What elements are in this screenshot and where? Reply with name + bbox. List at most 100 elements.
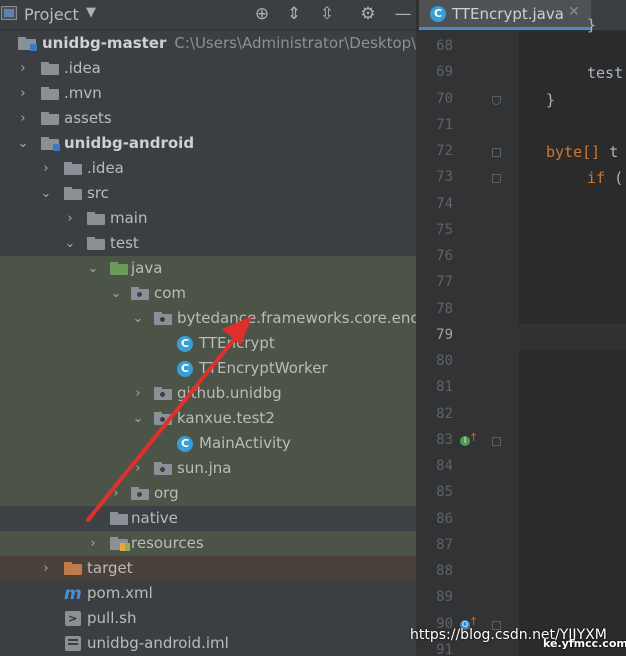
tree-row[interactable]: C TTEncryptWorker <box>0 356 416 381</box>
tree-row[interactable]: m pom.xml <box>0 581 416 606</box>
folder-icon <box>64 162 82 175</box>
tree-row[interactable]: › github.unidbg <box>0 381 416 406</box>
tree-row[interactable]: › target <box>0 556 416 581</box>
code-editor: C TTEncrypt.java ✕ 68 69 70 71 72 73 74 … <box>419 0 626 656</box>
gear-icon[interactable]: ⚙ <box>357 3 379 25</box>
tree-label: github.unidbg <box>177 384 282 402</box>
chevron-right-icon[interactable]: › <box>39 156 53 181</box>
tree-row-unidbg-android[interactable]: ⌄ unidbg-android <box>0 131 416 156</box>
locate-file-icon[interactable]: ⊕ <box>251 3 273 25</box>
line-number: 70 <box>436 91 453 107</box>
folder-icon <box>87 237 105 250</box>
line-number: 73 <box>436 169 453 185</box>
project-panel: Project ▼ ⊕ ⇕ ⇳ ⚙ — ⌄ unidbg-masterC:\Us… <box>0 0 416 656</box>
line-number: 78 <box>436 301 453 317</box>
tree-label: MainActivity <box>199 434 291 452</box>
tree-label: native <box>131 509 178 527</box>
tree-row[interactable]: ⌄ com <box>0 281 416 306</box>
java-class-icon: C <box>177 361 193 377</box>
chevron-right-icon[interactable]: › <box>63 206 77 231</box>
minimize-icon[interactable]: — <box>392 3 414 25</box>
tree-label: resources <box>131 534 204 552</box>
module-folder-icon <box>41 137 60 151</box>
tree-label: TTEncrypt <box>199 334 275 352</box>
tree-label: unidbg-master C:\Users\Administrator\Desk… <box>42 34 416 52</box>
fold-start-icon[interactable] <box>492 437 501 446</box>
tree-label: unidbg-android <box>64 134 195 152</box>
tree-row[interactable]: › assets <box>0 106 416 131</box>
tree-label: assets <box>64 109 112 127</box>
chevron-right-icon[interactable]: › <box>16 81 30 106</box>
panel-title[interactable]: Project <box>24 5 79 24</box>
fold-start-icon[interactable] <box>492 174 501 183</box>
code-area[interactable]: } test } byte[] t if ( <box>519 16 626 656</box>
tree-row[interactable]: › resources <box>0 531 416 556</box>
line-number: 86 <box>436 511 453 527</box>
chevron-right-icon[interactable]: › <box>131 381 145 406</box>
package-icon <box>131 287 149 300</box>
tree-row[interactable]: ⌄ test <box>0 231 416 256</box>
code-line: byte[] t <box>546 143 619 161</box>
tree-label: org <box>154 484 179 502</box>
java-class-icon: C <box>177 436 193 452</box>
tab-ttencrypt-java[interactable]: C TTEncrypt.java ✕ <box>419 0 591 30</box>
fold-start-icon[interactable] <box>492 148 501 157</box>
line-number: 77 <box>436 274 453 290</box>
tree-row-unidbg-master[interactable]: ⌄ unidbg-masterC:\Users\Administrator\De… <box>0 31 416 56</box>
folder-icon <box>41 87 59 100</box>
tree-row[interactable]: ⌄ java <box>0 256 416 281</box>
chevron-down-icon[interactable]: ⌄ <box>63 231 77 256</box>
watermark: ke.yfmcc.com <box>543 637 626 650</box>
chevron-right-icon[interactable]: › <box>131 456 145 481</box>
maven-icon: m <box>64 584 82 604</box>
tree-row[interactable]: C MainActivity <box>0 431 416 456</box>
folder-icon <box>41 62 59 75</box>
tree-row[interactable]: › sun.jna <box>0 456 416 481</box>
line-number: 80 <box>436 353 453 369</box>
chevron-down-icon[interactable]: ⌄ <box>39 181 53 206</box>
chevron-right-icon[interactable]: › <box>109 481 123 506</box>
view-dropdown-icon[interactable]: ▼ <box>86 5 96 20</box>
line-number: 82 <box>436 406 453 422</box>
chevron-down-icon[interactable]: ⌄ <box>86 256 100 281</box>
tree-row[interactable]: pull.sh <box>0 606 416 631</box>
tree-row[interactable]: ⌄ bytedance.frameworks.core.encry <box>0 306 416 331</box>
package-icon <box>131 487 149 500</box>
tree-row[interactable]: › main <box>0 206 416 231</box>
tree-row[interactable]: native <box>0 506 416 531</box>
chevron-down-icon[interactable]: ⌄ <box>131 406 145 431</box>
tree-row[interactable]: ⌄ src <box>0 181 416 206</box>
tree-row[interactable]: › .mvn <box>0 81 416 106</box>
code-text: test <box>587 64 624 82</box>
tree-label: sun.jna <box>177 459 232 477</box>
tree-row[interactable]: › .idea <box>0 56 416 81</box>
line-number: 85 <box>436 484 453 500</box>
tree-label: unidbg-android.iml <box>87 634 229 652</box>
close-icon[interactable]: ✕ <box>568 4 580 20</box>
tree-row[interactable]: C TTEncrypt <box>0 331 416 356</box>
folder-icon <box>87 212 105 225</box>
line-number: 91 <box>436 642 453 656</box>
fold-end-icon[interactable] <box>492 96 501 105</box>
collapse-all-icon[interactable]: ⇳ <box>316 3 338 25</box>
tree-label: kanxue.test2 <box>177 409 275 427</box>
chevron-down-icon[interactable]: ⌄ <box>16 131 30 156</box>
tree-label: .idea <box>87 159 124 177</box>
chevron-down-icon[interactable]: ⌄ <box>109 281 123 306</box>
tree-row[interactable]: ⌄ kanxue.test2 <box>0 406 416 431</box>
line-number: 72 <box>436 143 453 159</box>
tree-label: pom.xml <box>87 584 153 602</box>
chevron-right-icon[interactable]: › <box>16 56 30 81</box>
line-number: 87 <box>436 537 453 553</box>
tree-label: com <box>154 284 187 302</box>
tree-row[interactable]: unidbg-android.iml <box>0 631 416 656</box>
package-icon <box>154 312 172 325</box>
folder-icon <box>41 112 59 125</box>
expand-all-icon[interactable]: ⇕ <box>283 3 305 25</box>
chevron-right-icon[interactable]: › <box>39 556 53 581</box>
tree-row[interactable]: › org <box>0 481 416 506</box>
chevron-right-icon[interactable]: › <box>16 106 30 131</box>
chevron-right-icon[interactable]: › <box>86 531 100 556</box>
chevron-down-icon[interactable]: ⌄ <box>131 306 145 331</box>
tree-row[interactable]: › .idea <box>0 156 416 181</box>
